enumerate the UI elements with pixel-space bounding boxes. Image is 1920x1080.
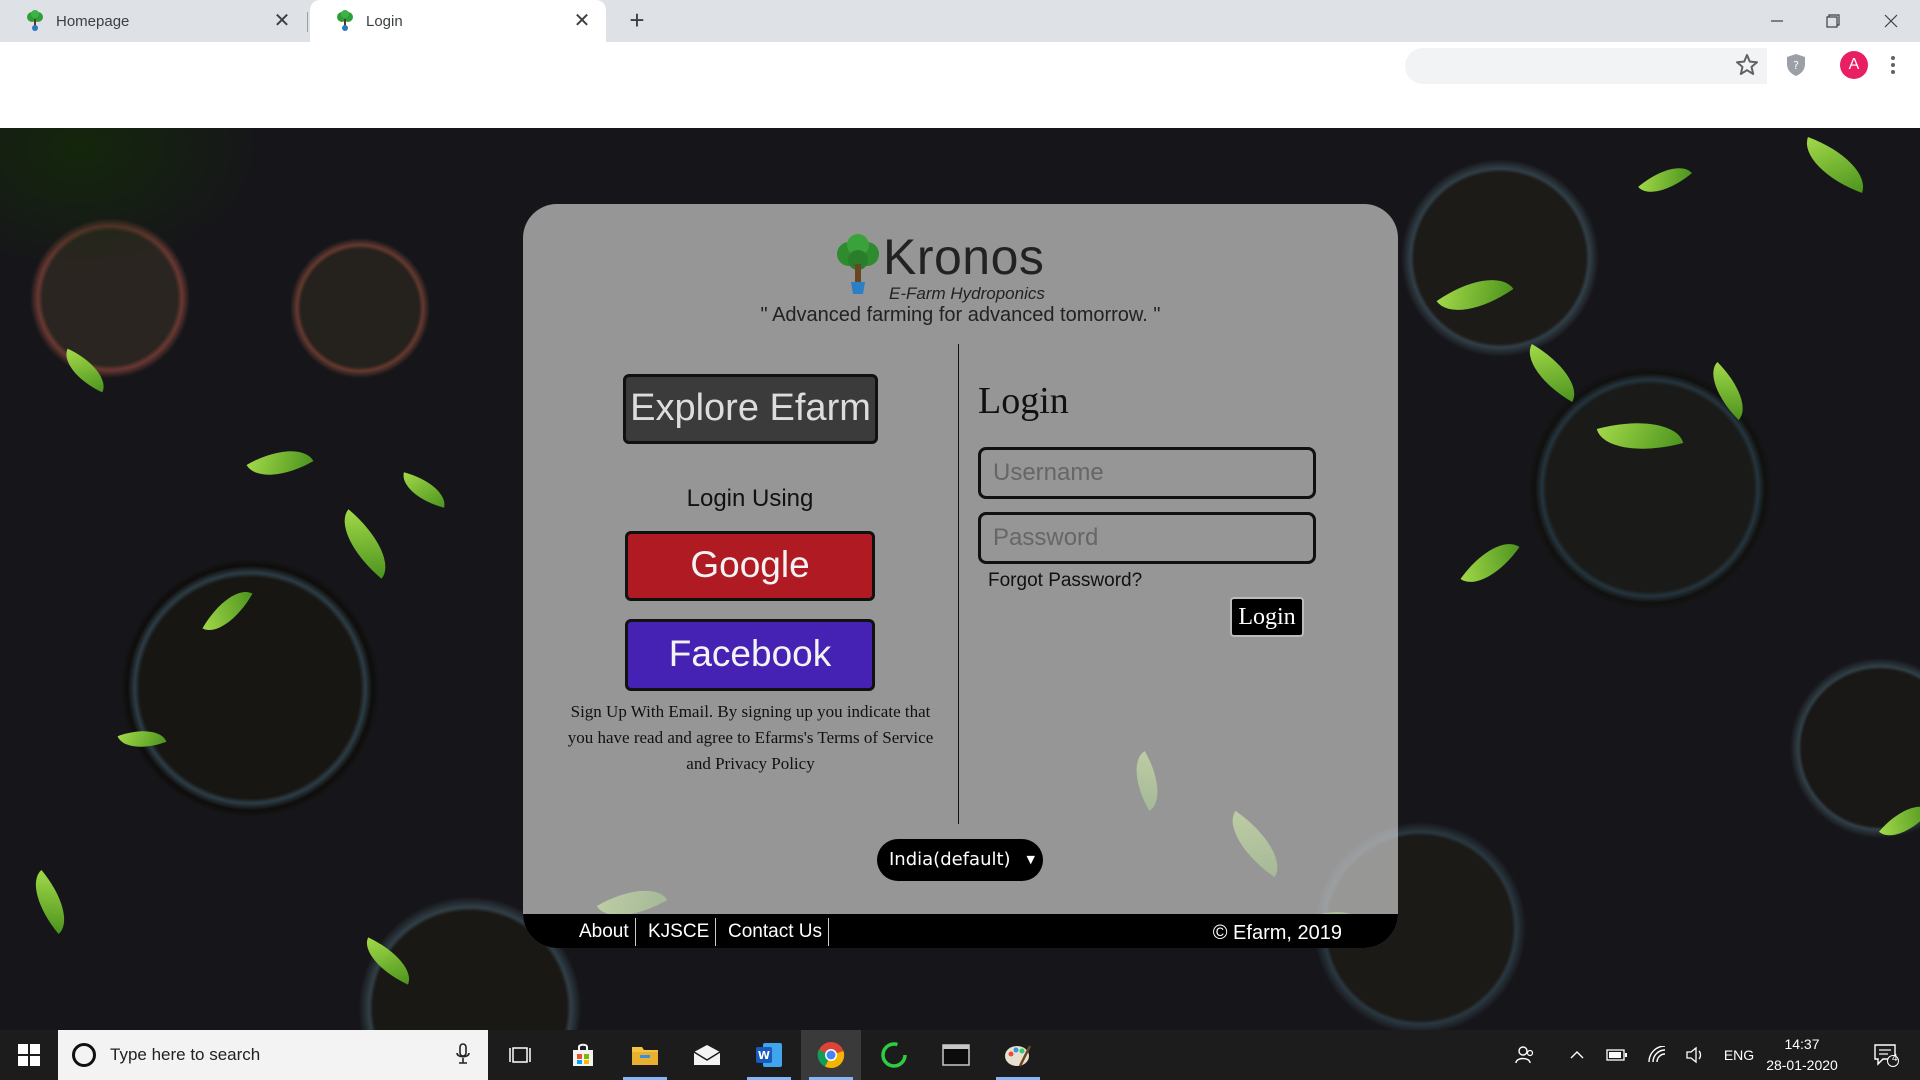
svg-text:?: ?: [1793, 59, 1799, 72]
close-window-icon[interactable]: [1866, 0, 1916, 42]
taskbar-search-placeholder: Type here to search: [110, 1045, 261, 1064]
page-viewport: Kronos E-Farm Hydroponics " Advanced far…: [0, 128, 1920, 1030]
restore-icon[interactable]: [1808, 0, 1858, 42]
facebook-login-button[interactable]: Facebook: [625, 619, 875, 691]
column-divider: [958, 344, 959, 824]
tab-separator: [307, 12, 308, 32]
svg-text:W: W: [758, 1049, 770, 1062]
google-login-button[interactable]: Google: [625, 531, 875, 601]
terminal-icon[interactable]: [926, 1030, 986, 1080]
windows-start-icon[interactable]: [0, 1030, 58, 1080]
tab-title: Login: [366, 12, 403, 30]
taskbar: Type here to search W ENG 14:37 28-01-20…: [0, 1030, 1920, 1080]
tree-favicon-icon: [337, 10, 353, 31]
sync-app-icon[interactable]: [864, 1030, 924, 1080]
footer-link-contact[interactable]: Contact Us: [722, 918, 829, 946]
address-bar[interactable]: [1405, 48, 1767, 84]
taskbar-search[interactable]: Type here to search: [58, 1030, 488, 1080]
region-select-value: India(default): [889, 849, 1011, 870]
login-using-label: Login Using: [686, 485, 814, 512]
chevron-up-icon[interactable]: [1564, 1030, 1590, 1080]
battery-icon[interactable]: [1604, 1030, 1630, 1080]
signup-terms-text[interactable]: Sign Up With Email. By signing up you in…: [563, 699, 938, 777]
login-form: Login Forgot Password? Login: [978, 204, 1398, 824]
notification-count: 4: [1892, 1053, 1898, 1064]
volume-icon[interactable]: [1682, 1030, 1708, 1080]
microphone-icon[interactable]: [456, 1043, 470, 1065]
mail-icon[interactable]: [677, 1030, 737, 1080]
wifi-icon[interactable]: [1644, 1030, 1670, 1080]
cortana-icon: [72, 1043, 96, 1067]
tab-homepage[interactable]: Homepage ✕: [0, 0, 306, 42]
login-button[interactable]: Login: [1230, 597, 1304, 637]
extension-shield-icon[interactable]: ?: [1784, 52, 1808, 78]
chevron-down-icon: ▼: [1026, 853, 1035, 866]
tab-title: Homepage: [56, 12, 130, 30]
browser-tab-strip: Homepage ✕ Login ✕ +: [0, 0, 1920, 42]
new-tab-button[interactable]: +: [622, 6, 652, 36]
footer-link-about[interactable]: About: [573, 918, 636, 946]
people-icon[interactable]: [1510, 1030, 1540, 1080]
copyright-text: © Efarm, 2019: [1212, 922, 1342, 944]
explore-efarm-button[interactable]: Explore Efarm: [623, 374, 878, 444]
minimize-icon[interactable]: [1752, 0, 1802, 42]
chrome-icon[interactable]: [801, 1030, 861, 1080]
clock-time: 14:37: [1784, 1036, 1820, 1052]
social-login-column: Explore Efarm Login Using Google Faceboo…: [523, 204, 955, 824]
word-icon[interactable]: W: [739, 1030, 799, 1080]
store-icon[interactable]: [553, 1030, 613, 1080]
tab-login[interactable]: Login ✕: [310, 0, 606, 42]
clock-date: 28-01-2020: [1766, 1057, 1838, 1073]
file-explorer-icon[interactable]: [615, 1030, 675, 1080]
tree-favicon-icon: [27, 10, 43, 31]
browser-toolbar: ? A: [0, 42, 1920, 128]
bookmark-star-icon[interactable]: [1734, 52, 1760, 78]
username-input[interactable]: [978, 447, 1316, 499]
footer: About KJSCE Contact Us © Efarm, 2019: [523, 914, 1398, 948]
login-heading: Login: [978, 380, 1069, 422]
clock[interactable]: 14:37 28-01-2020: [1762, 1034, 1842, 1076]
task-view-icon[interactable]: [490, 1030, 550, 1080]
footer-link-kjsce[interactable]: KJSCE: [642, 918, 717, 946]
notification-icon[interactable]: 4: [1866, 1030, 1906, 1080]
close-tab-icon[interactable]: ✕: [572, 11, 592, 31]
region-select[interactable]: India(default) ▼: [877, 839, 1043, 881]
close-tab-icon[interactable]: ✕: [272, 11, 292, 31]
language-indicator[interactable]: ENG: [1720, 1030, 1758, 1080]
login-card: Kronos E-Farm Hydroponics " Advanced far…: [523, 204, 1398, 948]
password-input[interactable]: [978, 512, 1316, 564]
profile-avatar[interactable]: A: [1840, 51, 1868, 79]
paint-icon[interactable]: [988, 1030, 1048, 1080]
browser-menu-icon[interactable]: [1886, 52, 1900, 78]
forgot-password-link[interactable]: Forgot Password?: [988, 570, 1142, 592]
